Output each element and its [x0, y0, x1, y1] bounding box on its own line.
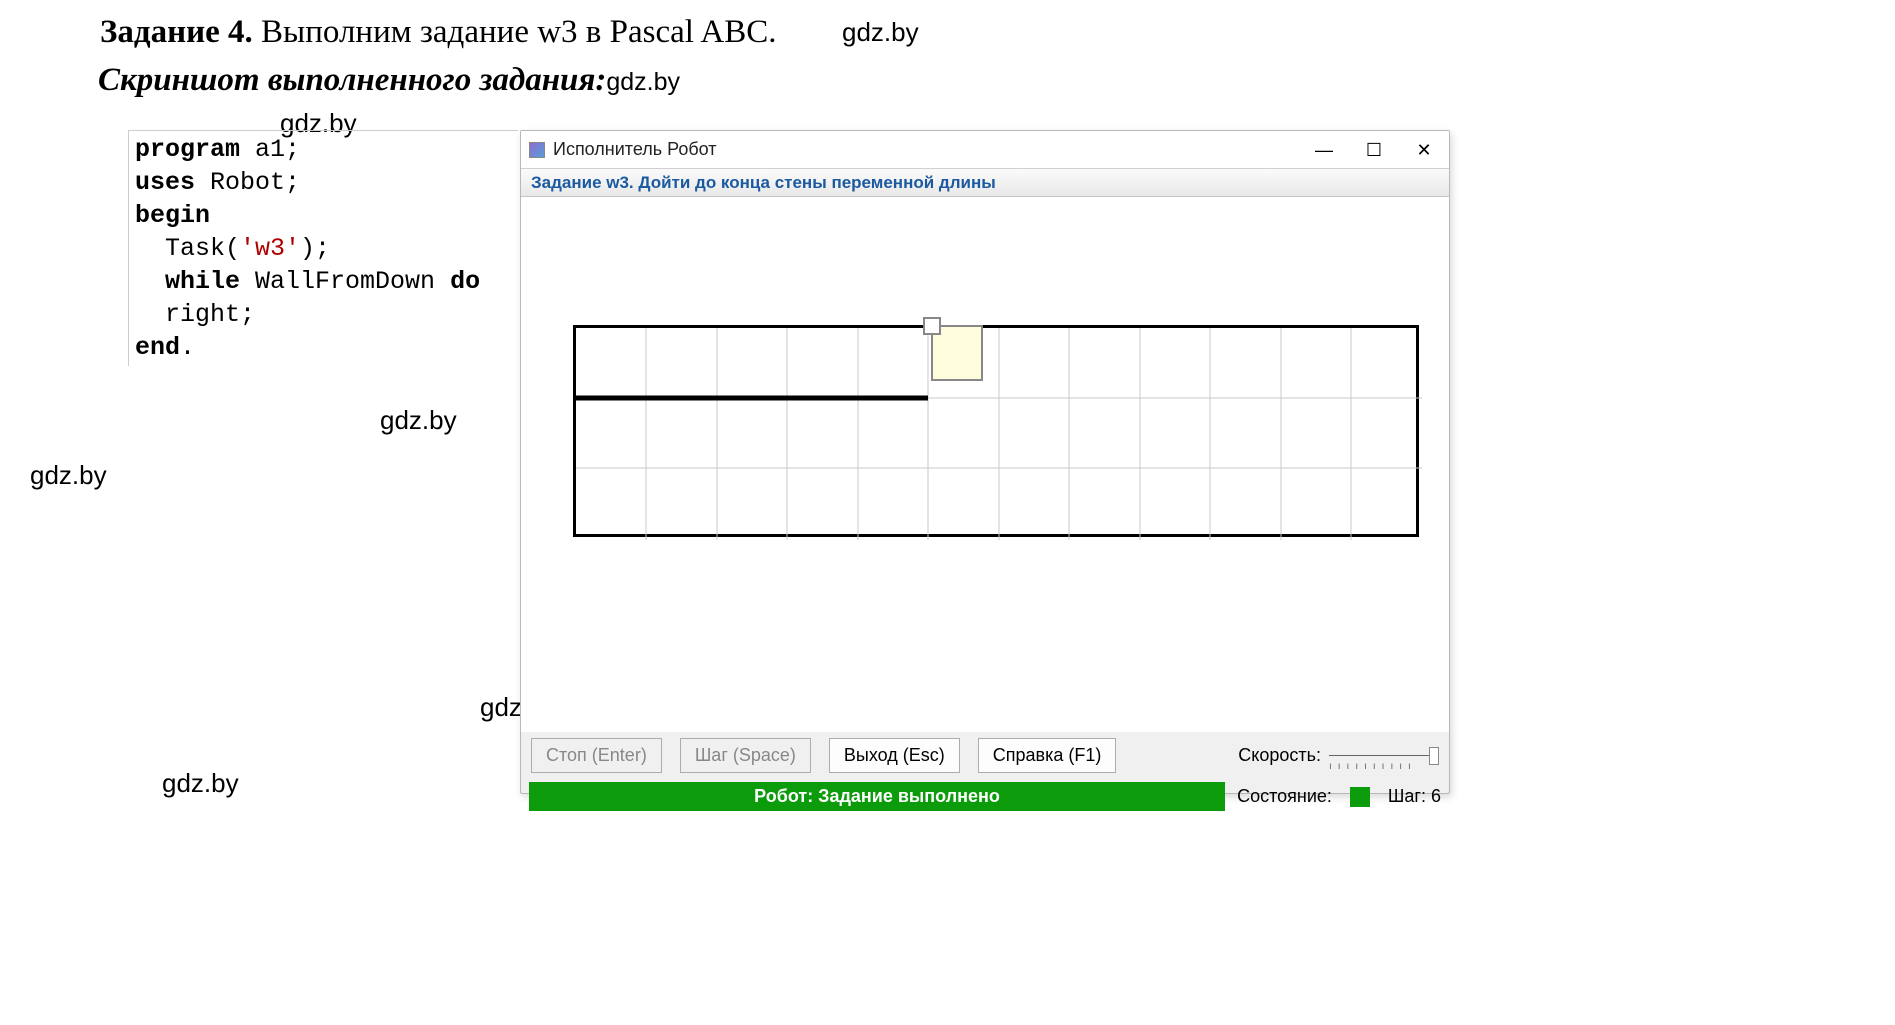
grid-svg [576, 328, 1422, 540]
status-bar: Робот: Задание выполнено Состояние: Шаг:… [521, 779, 1449, 814]
task-heading: Задание 4. Выполним задание w3 в Pascal … [100, 14, 776, 51]
subtitle-text: Скриншот выполненного задания: [98, 62, 606, 98]
subtitle-watermark: gdz.by [606, 68, 680, 96]
speed-slider[interactable]: ıııııııııı [1329, 741, 1439, 771]
robot-window: Исполнитель Робот — ☐ ✕ Задание w3. Дойт… [520, 130, 1450, 794]
subtitle: Скриншот выполненного задания:gdz.by [98, 62, 680, 99]
minimize-button[interactable]: — [1299, 131, 1349, 169]
help-button[interactable]: Справка (F1) [978, 738, 1117, 773]
step-counter: Шаг: 6 [1388, 786, 1441, 807]
robot-marker [931, 325, 983, 381]
grid [573, 325, 1419, 537]
speed-label: Скорость: [1238, 745, 1321, 766]
code-block: program a1; uses Robot; begin Task('w3')… [135, 133, 512, 364]
watermark: gdz.by [162, 768, 239, 799]
close-button[interactable]: ✕ [1399, 131, 1449, 169]
window-title: Исполнитель Робот [553, 139, 717, 160]
watermark: gdz.by [30, 460, 107, 491]
code-editor[interactable]: program a1; uses Robot; begin Task('w3')… [128, 130, 518, 366]
speed-control: Скорость: ıııııııııı [1238, 741, 1439, 771]
step-button[interactable]: Шаг (Space) [680, 738, 811, 773]
state-label: Состояние: [1237, 786, 1332, 807]
task-number: Задание 4. [100, 14, 253, 50]
stop-button[interactable]: Стоп (Enter) [531, 738, 662, 773]
watermark: gdz.by [380, 405, 457, 436]
state-indicator [1350, 787, 1370, 807]
exit-button[interactable]: Выход (Esc) [829, 738, 960, 773]
status-message: Робот: Задание выполнено [529, 782, 1225, 811]
robot-canvas [521, 197, 1449, 732]
speed-handle[interactable] [1429, 747, 1439, 765]
controls-bar: Стоп (Enter) Шаг (Space) Выход (Esc) Спр… [521, 732, 1449, 779]
watermark: gdz.by [842, 17, 919, 48]
window-controls: — ☐ ✕ [1299, 131, 1449, 169]
maximize-button[interactable]: ☐ [1349, 131, 1399, 169]
task-description-text: Выполним задание w3 в Pascal ABC. [253, 14, 777, 50]
app-icon [529, 142, 545, 158]
task-description-bar: Задание w3. Дойти до конца стены перемен… [521, 169, 1449, 197]
title-bar[interactable]: Исполнитель Робот — ☐ ✕ [521, 131, 1449, 169]
